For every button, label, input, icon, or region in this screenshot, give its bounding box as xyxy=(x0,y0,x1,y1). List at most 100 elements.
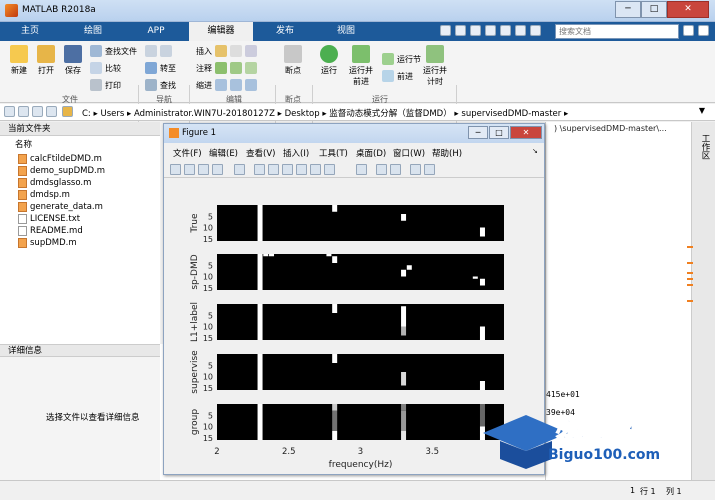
run-section-button[interactable]: 运行节 xyxy=(382,53,421,65)
column-header-name[interactable]: 名称 xyxy=(15,138,32,150)
compare-button[interactable]: 比较 xyxy=(90,62,121,74)
maximize-button[interactable]: □ xyxy=(641,1,667,18)
y-tick-label: 15 xyxy=(203,235,213,244)
copy-quick-icon[interactable] xyxy=(470,25,481,36)
folder-up-icon[interactable] xyxy=(32,106,43,117)
save-button[interactable]: 保存 xyxy=(62,45,84,76)
back-icon[interactable] xyxy=(4,106,15,117)
link-plot-icon[interactable] xyxy=(356,164,367,175)
search-documentation-input[interactable]: 搜索文档 xyxy=(555,24,679,39)
y-axis-label: group xyxy=(190,409,200,435)
list-item[interactable]: dmdsglasso.m xyxy=(18,178,91,188)
figure-maximize-button[interactable]: □ xyxy=(489,126,509,139)
show-plot-tools-icon[interactable] xyxy=(424,164,435,175)
run-and-time-button[interactable]: 运行并计时 xyxy=(420,45,450,87)
m-file-icon xyxy=(18,178,27,188)
tab-home[interactable]: 主页 xyxy=(0,22,60,41)
open-button[interactable]: 打开 xyxy=(35,45,57,76)
editor-path: ) \supervisedDMD-master\... xyxy=(554,124,667,133)
undo-quick-icon[interactable] xyxy=(500,25,511,36)
forward-icon[interactable] xyxy=(18,106,29,117)
list-item[interactable]: LICENSE.txt xyxy=(18,214,80,224)
close-button[interactable]: ✕ xyxy=(667,1,709,18)
breakpoints-button[interactable]: 断点 xyxy=(281,45,305,76)
goto-button[interactable]: 转至 xyxy=(145,62,176,74)
breadcrumb[interactable]: C: ▸ Users ▸ Administrator.WIN7U-2018012… xyxy=(82,107,568,119)
list-item[interactable]: supDMD.m xyxy=(18,238,77,248)
open-file-icon[interactable] xyxy=(184,164,195,175)
heatmap-cell xyxy=(257,354,263,390)
insert-button[interactable]: 插入 xyxy=(196,45,257,57)
tab-editor[interactable]: 编辑器 xyxy=(189,22,253,41)
rotate-icon[interactable] xyxy=(296,164,307,175)
current-folder-header: 当前文件夹 xyxy=(0,122,160,136)
ribbon-tabs: 主页 绘图 APP 编辑器 发布 视图 搜索文档 xyxy=(0,22,715,41)
heatmap-cell xyxy=(332,410,338,431)
new-figure-icon[interactable] xyxy=(170,164,181,175)
list-item[interactable]: calcFtildeDMD.m xyxy=(18,154,102,164)
help-dropdown-icon[interactable] xyxy=(698,25,709,36)
menu-file[interactable]: 文件(F) xyxy=(173,147,202,159)
figure-title-bar[interactable]: Figure 1 ─ □ ✕ xyxy=(164,124,544,143)
menu-help[interactable]: 帮助(H) xyxy=(432,147,462,159)
find-files-button[interactable]: 查找文件 xyxy=(90,45,137,57)
insert-colorbar-icon[interactable] xyxy=(376,164,387,175)
insert-legend-icon[interactable] xyxy=(390,164,401,175)
tab-view[interactable]: 视图 xyxy=(317,22,375,41)
menu-edit[interactable]: 编辑(E) xyxy=(209,147,238,159)
menu-desktop[interactable]: 桌面(D) xyxy=(356,147,386,159)
run-and-advance-button[interactable]: 运行并前进 xyxy=(346,45,376,87)
figure-close-button[interactable]: ✕ xyxy=(510,126,542,139)
indent-button[interactable]: 缩进 xyxy=(196,79,257,91)
comment-button[interactable]: 注释 xyxy=(196,62,257,74)
zoom-out-icon[interactable] xyxy=(268,164,279,175)
insert-section-icon xyxy=(215,45,227,57)
save-quick-icon[interactable] xyxy=(440,25,451,36)
heatmap-cell xyxy=(332,205,338,212)
list-item[interactable]: README.md xyxy=(18,226,83,236)
edit-plot-icon[interactable] xyxy=(234,164,245,175)
warning-marker xyxy=(687,246,693,248)
minimize-button[interactable]: ─ xyxy=(615,1,641,18)
browse-folder-icon[interactable] xyxy=(46,106,57,117)
back-nav-button[interactable] xyxy=(145,45,172,57)
menu-tools[interactable]: 工具(T) xyxy=(319,147,348,159)
data-cursor-icon[interactable] xyxy=(310,164,321,175)
list-item[interactable]: dmdsp.m xyxy=(18,190,70,200)
tab-plots[interactable]: 绘图 xyxy=(63,22,123,41)
back-arrow-icon xyxy=(145,45,157,57)
redo-quick-icon[interactable] xyxy=(515,25,526,36)
print-button[interactable]: 打印 xyxy=(90,79,121,91)
run-section-icon xyxy=(382,53,394,65)
zoom-in-icon[interactable] xyxy=(254,164,265,175)
heatmap-cell xyxy=(479,278,485,286)
advance-button[interactable]: 前进 xyxy=(382,70,413,82)
tab-apps[interactable]: APP xyxy=(126,22,186,41)
new-button[interactable]: 新建 xyxy=(8,45,30,76)
switch-windows-icon[interactable] xyxy=(530,25,541,36)
hide-plot-tools-icon[interactable] xyxy=(410,164,421,175)
menu-dock-icon[interactable]: ↘ xyxy=(532,147,538,155)
paste-quick-icon[interactable] xyxy=(485,25,496,36)
run-button[interactable]: 运行 xyxy=(318,45,340,76)
pan-icon[interactable] xyxy=(282,164,293,175)
path-dropdown-icon[interactable]: ▼ xyxy=(699,106,705,115)
list-item[interactable]: demo_supDMD.m xyxy=(18,166,105,176)
menu-insert[interactable]: 插入(I) xyxy=(283,147,309,159)
y-tick-label: 10 xyxy=(203,323,213,332)
list-item[interactable]: generate_data.m xyxy=(18,202,103,212)
search-icon[interactable] xyxy=(683,25,694,36)
menu-view[interactable]: 查看(V) xyxy=(246,147,275,159)
cut-quick-icon[interactable] xyxy=(455,25,466,36)
x-tick-label: 2 xyxy=(214,447,219,457)
figure-minimize-button[interactable]: ─ xyxy=(468,126,488,139)
brush-icon[interactable] xyxy=(324,164,335,175)
window-title: MATLAB R2018a xyxy=(22,5,96,15)
print-figure-icon[interactable] xyxy=(212,164,223,175)
tab-publish[interactable]: 发布 xyxy=(255,22,315,41)
menu-window[interactable]: 窗口(W) xyxy=(393,147,425,159)
comment-percent-icon xyxy=(215,62,227,74)
find-button[interactable]: 查找 xyxy=(145,79,176,91)
warning-marker xyxy=(687,272,693,274)
save-figure-icon[interactable] xyxy=(198,164,209,175)
